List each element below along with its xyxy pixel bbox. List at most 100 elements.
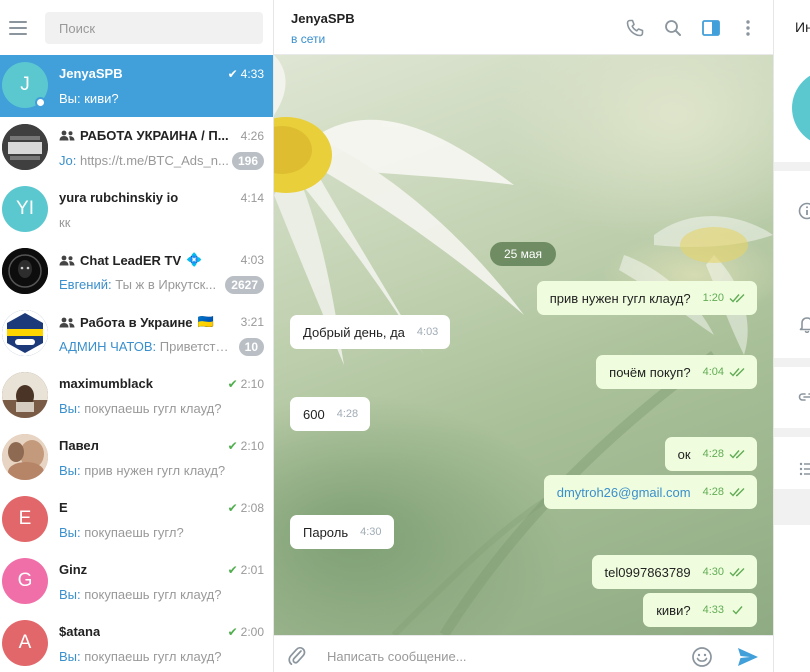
chat-time-text: 4:14 <box>240 191 264 205</box>
message-text: ок <box>677 446 691 462</box>
chat-name: Павел <box>59 438 231 453</box>
phone-icon[interactable] <box>625 18 645 38</box>
unread-badge: 2627 <box>225 276 264 294</box>
double-check-icon <box>729 450 745 459</box>
chat-item[interactable]: maximumblack ✔ 2:10 Вы: покупаешь гугл клау… <box>0 365 273 427</box>
incoming-message[interactable]: 600 4:28 <box>290 397 371 431</box>
sent-check-icon: ✔ <box>227 67 238 81</box>
chat-item[interactable]: A $atana ✔ 2:00 Вы: покупаешь гугл клауд? <box>0 613 273 672</box>
bell-icon[interactable] <box>798 315 810 333</box>
preview-text: https://t.me/BTC_Ads_n... <box>79 153 229 168</box>
chat-time-text: 2:00 <box>240 625 264 639</box>
outgoing-message[interactable]: tel0997863789 4:30 <box>591 555 757 589</box>
chat-name-text: Павел <box>59 438 99 453</box>
sent-check-icon: ✔ <box>227 563 238 577</box>
info-avatar[interactable] <box>792 70 810 146</box>
chat-item[interactable]: Работа в Украине 🇺🇦 3:21 АДМИН ЧАТОВ: Приве… <box>0 303 273 365</box>
chat-name-text: yura rubchinskiy io <box>59 190 179 205</box>
peer-status: в сети <box>291 32 326 46</box>
outgoing-message[interactable]: прив нужен гугл клауд? 1:20 <box>536 281 757 315</box>
search-input[interactable] <box>45 12 263 44</box>
incoming-message[interactable]: Добрый день, да 4:03 <box>290 315 451 349</box>
more-options-icon[interactable] <box>738 18 758 38</box>
chat-avatar: E <box>2 496 48 542</box>
chat-time: ✔ 4:33 <box>228 67 264 81</box>
chat-item[interactable]: J JenyaSPB ✔ 4:33 Вы: киви? <box>0 55 273 117</box>
preview-sender: Евгений: <box>59 277 112 292</box>
preview-text: Приветств... <box>159 339 229 354</box>
info-icon <box>798 202 810 220</box>
preview-sender: Jo: <box>59 153 77 168</box>
preview-text: покупаешь гугл клауд? <box>84 587 222 602</box>
chat-time: ✔ 2:10 <box>228 439 264 453</box>
chat-name-text: Chat LeadER TV <box>80 252 182 268</box>
chat-item[interactable]: E E ✔ 2:08 Вы: покупаешь гугл? <box>0 489 273 551</box>
chat-header[interactable]: JenyaSPB в сети <box>274 0 773 55</box>
message-time: 4:28 <box>702 486 724 498</box>
chat-item[interactable]: G Ginz ✔ 2:01 Вы: покупаешь гугл клауд? <box>0 551 273 613</box>
incoming-message[interactable]: Пароль 4:30 <box>290 515 394 549</box>
hamburger-menu-icon[interactable] <box>9 20 27 35</box>
sent-check-icon: ✔ <box>227 439 238 453</box>
chat-item[interactable]: Павел ✔ 2:10 Вы: прив нужен гугл клауд? <box>0 427 273 489</box>
message-text: киви? <box>656 602 691 618</box>
message-input[interactable] <box>327 644 687 668</box>
chat-preview: Jo: https://t.me/BTC_Ads_n... <box>59 153 229 168</box>
chat-preview: АДМИН ЧАТОВ: Приветств... <box>59 339 229 354</box>
group-icon <box>59 255 75 265</box>
sent-check-icon: ✔ <box>227 377 238 391</box>
chat-item[interactable]: Chat LeadER TV 💠 4:03 Евгений: Ты ж в Иркут… <box>0 241 273 303</box>
chat-time: ✔ 2:00 <box>228 625 264 639</box>
unread-badge: 10 <box>238 338 264 356</box>
chat-time: 4:26 <box>241 129 264 143</box>
message-time: 1:20 <box>702 292 724 304</box>
chat-name-text: E <box>59 500 68 515</box>
chat-name: Работа в Украине 🇺🇦 <box>59 314 231 330</box>
chat-name: maximumblack <box>59 376 231 391</box>
chat-avatar <box>2 372 48 418</box>
paperclip-icon[interactable] <box>287 645 307 667</box>
chat-item[interactable]: YI yura rubchinskiy io 4:14 кк <box>0 179 273 241</box>
chat-name-text: maximumblack <box>59 376 153 391</box>
outgoing-message[interactable]: ок 4:28 <box>664 437 757 471</box>
message-text: Пароль <box>303 524 349 540</box>
double-check-icon <box>729 294 745 303</box>
chat-avatar <box>2 310 48 356</box>
info-divider <box>774 428 810 437</box>
chat-preview: Вы: киви? <box>59 91 229 106</box>
send-icon[interactable] <box>736 646 760 668</box>
preview-text: покупаешь гугл клауд? <box>84 649 222 664</box>
message-link[interactable]: dmytroh26@gmail.com <box>557 485 691 500</box>
emoji-icon[interactable] <box>691 646 713 668</box>
list-icon[interactable] <box>798 460 810 478</box>
outgoing-message[interactable]: dmytroh26@gmail.com 4:28 <box>543 475 757 509</box>
chat-name-text: $atana <box>59 624 101 639</box>
message-time: 4:28 <box>702 448 724 460</box>
online-indicator <box>35 97 46 108</box>
info-list-item[interactable] <box>774 489 810 525</box>
outgoing-message[interactable]: почём покуп? 4:04 <box>596 355 757 389</box>
peer-name[interactable]: JenyaSPB <box>291 11 355 26</box>
message-text: Добрый день, да <box>303 324 405 340</box>
chat-time: 3:21 <box>241 315 264 329</box>
chat-time-text: 4:33 <box>240 67 264 81</box>
chat-time-text: 3:21 <box>240 315 264 329</box>
chat-item[interactable]: РАБОТА УКРАИНА / П... 4:26 Jo: https://t.m… <box>0 117 273 179</box>
chat-preview: Вы: покупаешь гугл клауд? <box>59 401 229 416</box>
outgoing-message[interactable]: киви? 4:33 <box>643 593 757 627</box>
chat-list-panel: JJenyaSPB✔4:33Вы: киви?РАБОТА УКРАИНА / … <box>0 0 274 672</box>
chat-avatar: G <box>2 558 48 604</box>
link-icon[interactable] <box>798 388 810 406</box>
preview-text: Вы: киви? <box>59 91 119 106</box>
message-text: почём покуп? <box>609 364 691 380</box>
conversation-panel: JenyaSPB в сети 25 мая прив нужен гугл к… <box>274 0 773 672</box>
group-icon <box>59 130 75 141</box>
chat-name-emoji: 💠 <box>186 252 203 267</box>
side-panel-toggle-icon[interactable] <box>701 18 721 38</box>
chat-preview: Вы: покупаешь гугл клауд? <box>59 587 229 602</box>
preview-text: прив нужен гугл клауд? <box>84 463 226 478</box>
search-icon[interactable] <box>663 18 683 38</box>
message-time: 4:30 <box>702 566 724 578</box>
chat-time-text: 2:10 <box>240 439 264 453</box>
sent-check-icon: ✔ <box>227 625 238 639</box>
